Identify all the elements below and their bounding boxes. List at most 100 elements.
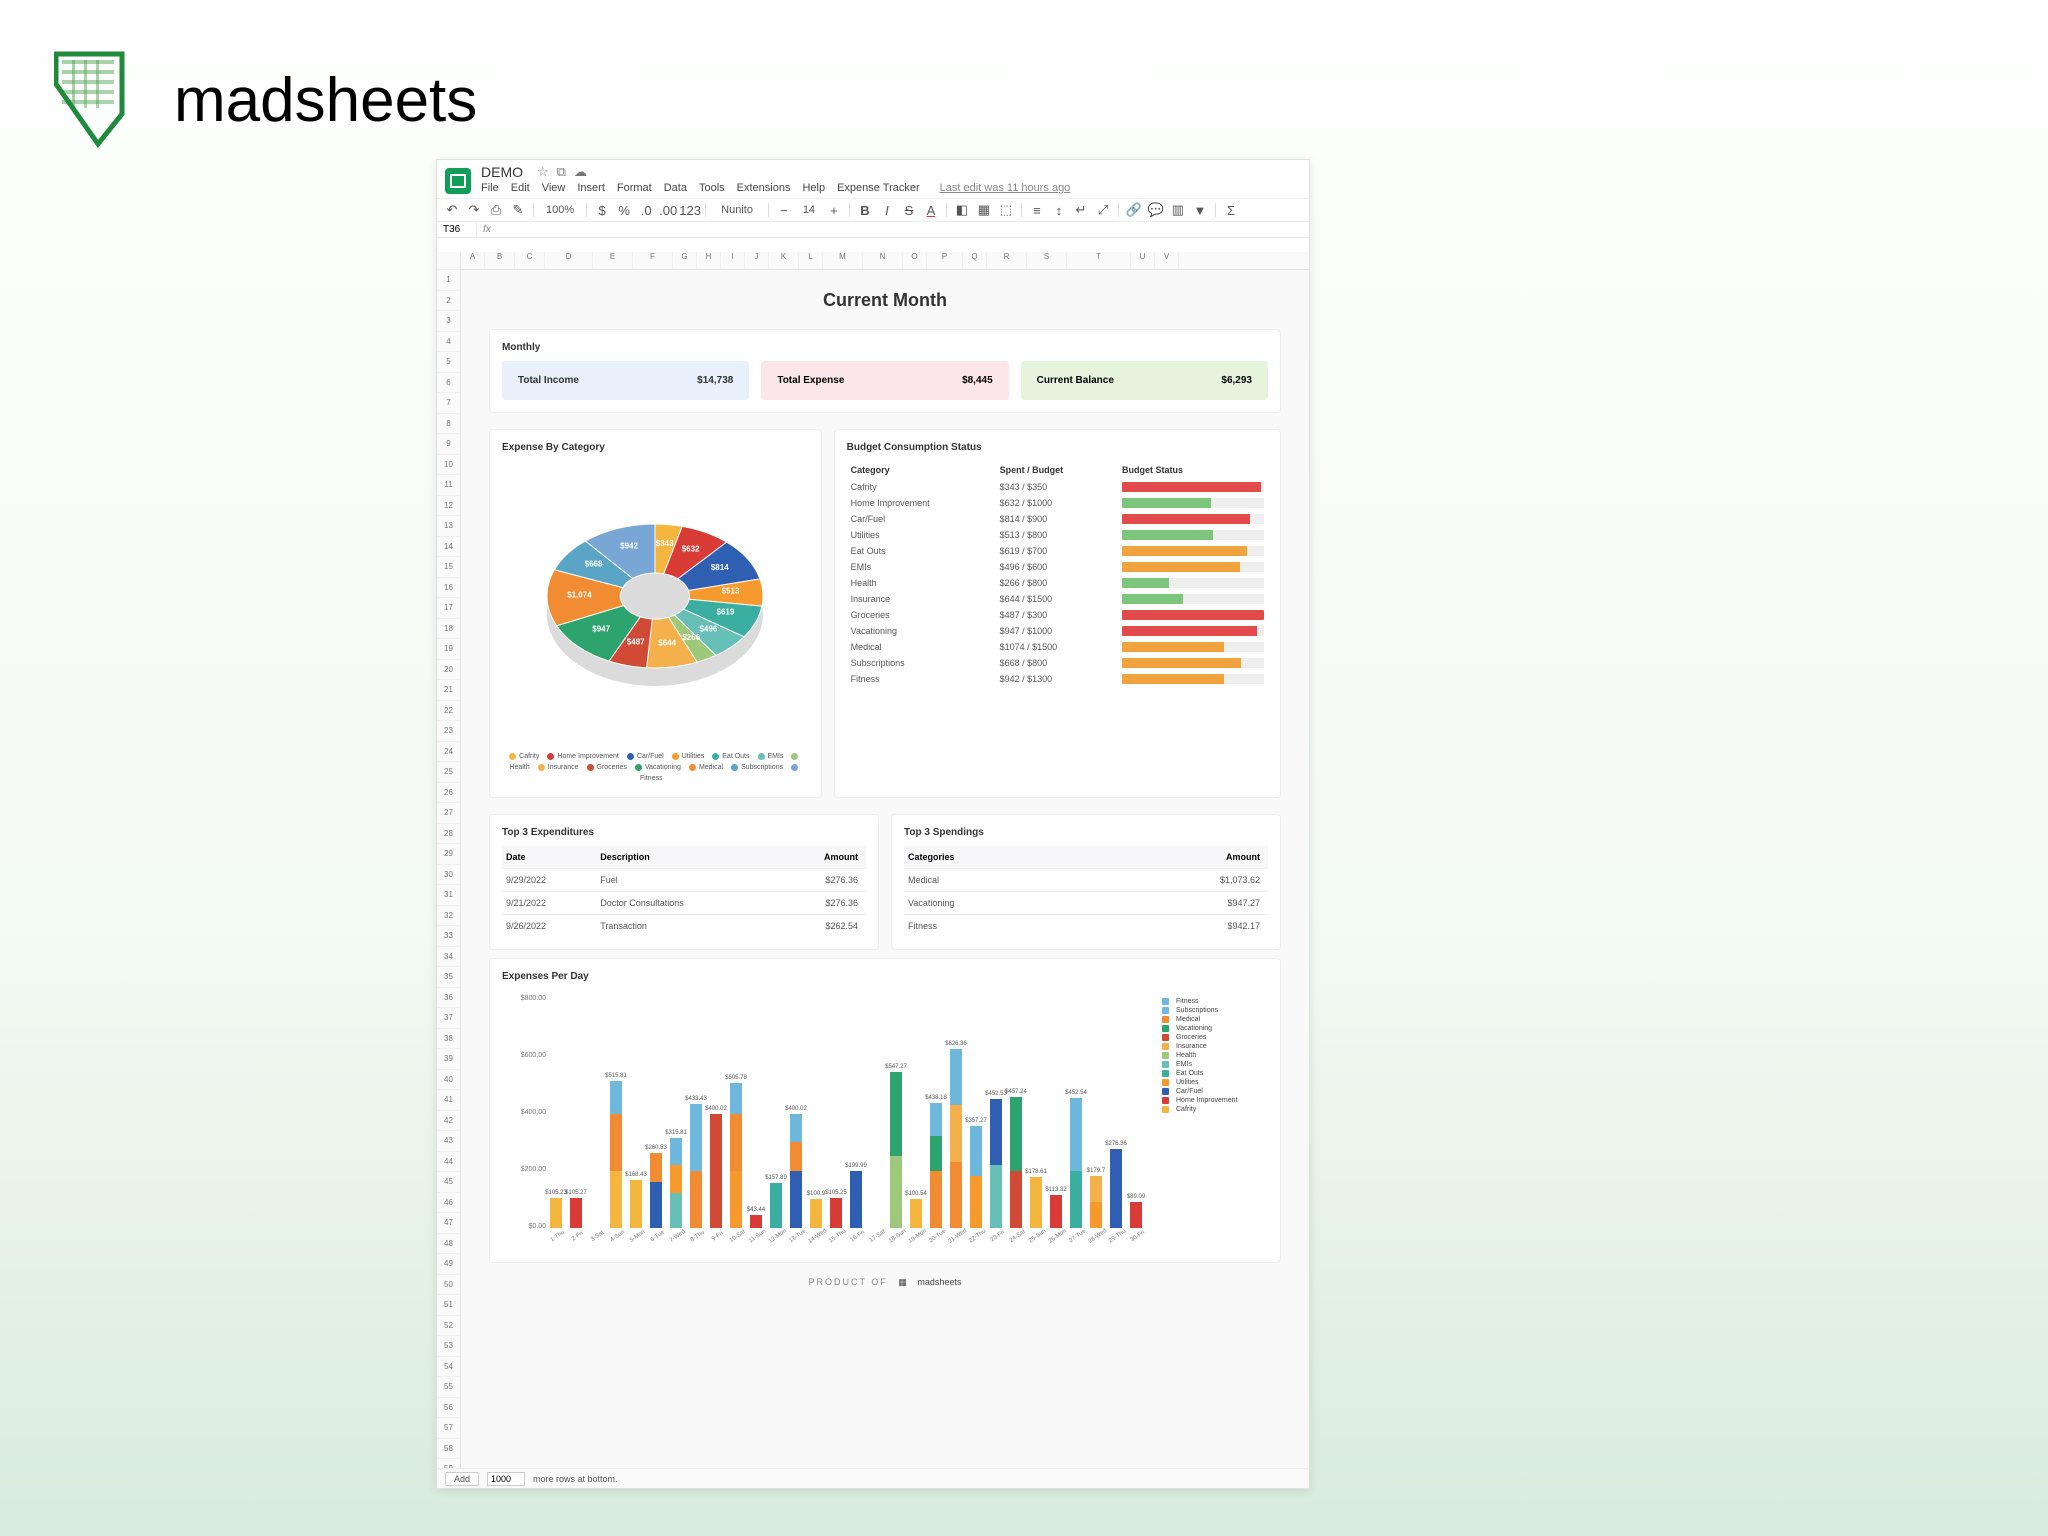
col-status: Budget Status <box>1118 461 1268 479</box>
print-icon[interactable]: ⎙ <box>489 203 503 217</box>
kpi-expense-label: Total Expense <box>777 375 844 386</box>
sheets-app-icon[interactable] <box>445 168 471 194</box>
table-row: 9/26/2022Transaction$262.54 <box>502 914 866 937</box>
move-icon[interactable]: ⧉ <box>557 164 566 180</box>
zoom-select[interactable]: 100% <box>542 204 578 216</box>
svg-text:$947: $947 <box>593 624 611 633</box>
chart-icon[interactable]: ▥ <box>1171 203 1185 217</box>
svg-text:$668: $668 <box>585 560 603 569</box>
kpi-balance: Current Balance $6,293 <box>1021 361 1268 400</box>
valign-icon[interactable]: ↕ <box>1052 203 1066 217</box>
table-row: Medical$1,073.62 <box>904 868 1268 891</box>
comment-icon[interactable]: 💬 <box>1149 203 1163 217</box>
daily-chart: $105.23$105.27$515.81$168.43$260.53$315.… <box>502 990 1268 1250</box>
star-icon[interactable]: ☆ <box>537 164 549 180</box>
top-spend-title: Top 3 Spendings <box>904 827 1268 838</box>
perday-title: Expenses Per Day <box>502 971 1268 982</box>
promo-logo: madsheets <box>54 50 477 150</box>
italic-icon[interactable]: I <box>880 203 894 217</box>
borders-icon[interactable]: ▦ <box>977 203 991 217</box>
menu-extensions[interactable]: Extensions <box>737 182 791 194</box>
menu-insert[interactable]: Insert <box>577 182 605 194</box>
kpi-expense-value: $8,445 <box>962 375 993 386</box>
footer-brand-icon: ▦ <box>898 1277 907 1287</box>
top-spendings-card: Top 3 Spendings Categories Amount Medica… <box>891 814 1281 950</box>
expense-by-category-card: Expense By Category $343$632$814$513$619… <box>489 429 822 798</box>
decimal-inc-icon[interactable]: .00 <box>661 203 675 217</box>
bold-icon[interactable]: B <box>858 203 872 217</box>
svg-text:$513: $513 <box>722 587 740 596</box>
add-rows-button[interactable]: Add <box>445 1472 479 1486</box>
redo-icon[interactable]: ↷ <box>467 203 481 217</box>
top-exp-title: Top 3 Expenditures <box>502 827 866 838</box>
row-headers: 1234567891011121314151617181920212223242… <box>437 252 461 1468</box>
budget-row: Eat Outs$619 / $700 <box>847 543 1268 559</box>
wrap-icon[interactable]: ↵ <box>1074 203 1088 217</box>
promo-brand-name: madsheets <box>174 65 477 136</box>
merge-icon[interactable]: ⬚ <box>999 203 1013 217</box>
monthly-label: Monthly <box>502 342 1268 353</box>
cell-reference[interactable]: T36 <box>437 222 477 237</box>
top-expenditures-card: Top 3 Expenditures Date Description Amou… <box>489 814 879 950</box>
budget-row: Vacationing$947 / $1000 <box>847 623 1268 639</box>
kpi-income: Total Income $14,738 <box>502 361 749 400</box>
menu-help[interactable]: Help <box>802 182 825 194</box>
menu-tools[interactable]: Tools <box>699 182 725 194</box>
paint-icon[interactable]: ✎ <box>511 203 525 217</box>
column-headers: ABCDEFGHIJKLMNOPQRSTUV <box>461 252 1309 270</box>
footer: PRODUCT OF ▦ madsheets <box>489 1277 1281 1288</box>
budget-row: Health$266 / $800 <box>847 575 1268 591</box>
svg-text:$343: $343 <box>656 539 674 548</box>
halign-icon[interactable]: ≡ <box>1030 203 1044 217</box>
fill-color-icon[interactable]: ◧ <box>955 203 969 217</box>
functions-icon[interactable]: Σ <box>1224 203 1238 217</box>
menu-view[interactable]: View <box>542 182 566 194</box>
svg-text:$1,074: $1,074 <box>568 590 593 599</box>
document-name[interactable]: DEMO <box>481 164 523 180</box>
col-categories: Categories <box>904 846 1090 869</box>
cloud-icon[interactable]: ☁ <box>574 164 587 180</box>
filter-icon[interactable]: ▼ <box>1193 203 1207 217</box>
toolbar: ↶ ↷ ⎙ ✎ 100% $ % .0 .00 123 Nunito − 14 … <box>437 198 1309 222</box>
expenses-per-day-card: Expenses Per Day $105.23$105.27$515.81$1… <box>489 958 1281 1263</box>
text-color-icon[interactable]: A <box>924 203 938 217</box>
fontsize-dec[interactable]: − <box>777 203 791 217</box>
dashboard: Current Month Monthly Total Income $14,7… <box>471 270 1299 1298</box>
budget-row: Utilities$513 / $800 <box>847 527 1268 543</box>
undo-icon[interactable]: ↶ <box>445 203 459 217</box>
formula-bar: T36 fx <box>437 222 1309 238</box>
menu-expense-tracker[interactable]: Expense Tracker <box>837 182 920 194</box>
decimal-dec-icon[interactable]: .0 <box>639 203 653 217</box>
monthly-card: Monthly Total Income $14,738 Total Expen… <box>489 329 1281 413</box>
top-spend-table: Categories Amount Medical$1,073.62Vacati… <box>904 846 1268 937</box>
svg-text:$487: $487 <box>627 638 645 647</box>
footer-brand: madsheets <box>917 1277 961 1287</box>
number-format[interactable]: 123 <box>683 203 697 217</box>
pie-legend: CafrityHome ImprovementCar/FuelUtilities… <box>502 751 809 785</box>
link-icon[interactable]: 🔗 <box>1127 203 1141 217</box>
col-desc: Description <box>596 846 776 869</box>
rotate-icon[interactable]: ⤢ <box>1096 203 1110 217</box>
menu-edit[interactable]: Edit <box>511 182 530 194</box>
table-row: Fitness$942.17 <box>904 914 1268 937</box>
last-edit-link[interactable]: Last edit was 11 hours ago <box>940 182 1071 194</box>
budget-row: Medical$1074 / $1500 <box>847 639 1268 655</box>
budget-row: Home Improvement$632 / $1000 <box>847 495 1268 511</box>
add-rows-suffix: more rows at bottom. <box>533 1474 618 1484</box>
titlebar: DEMO ☆ ⧉ ☁ File Edit View Insert Format Data T… <box>437 160 1309 198</box>
menu-file[interactable]: File <box>481 182 499 194</box>
font-select[interactable]: Nunito <box>714 203 760 217</box>
font-size-input[interactable]: 14 <box>799 204 819 216</box>
fontsize-inc[interactable]: + <box>827 203 841 217</box>
budget-table: Category Spent / Budget Budget Status Ca… <box>847 461 1268 687</box>
fx-label: fx <box>477 222 497 237</box>
pie-chart: $343$632$814$513$619$496$266$644$487$947… <box>525 496 785 716</box>
add-rows-count-input[interactable] <box>487 1472 525 1486</box>
menu-data[interactable]: Data <box>664 182 687 194</box>
percent-icon[interactable]: % <box>617 203 631 217</box>
currency-icon[interactable]: $ <box>595 203 609 217</box>
menu-format[interactable]: Format <box>617 182 652 194</box>
col-amount2: Amount <box>1090 846 1268 869</box>
strike-icon[interactable]: S <box>902 203 916 217</box>
table-row: 9/29/2022Fuel$276.36 <box>502 868 866 891</box>
